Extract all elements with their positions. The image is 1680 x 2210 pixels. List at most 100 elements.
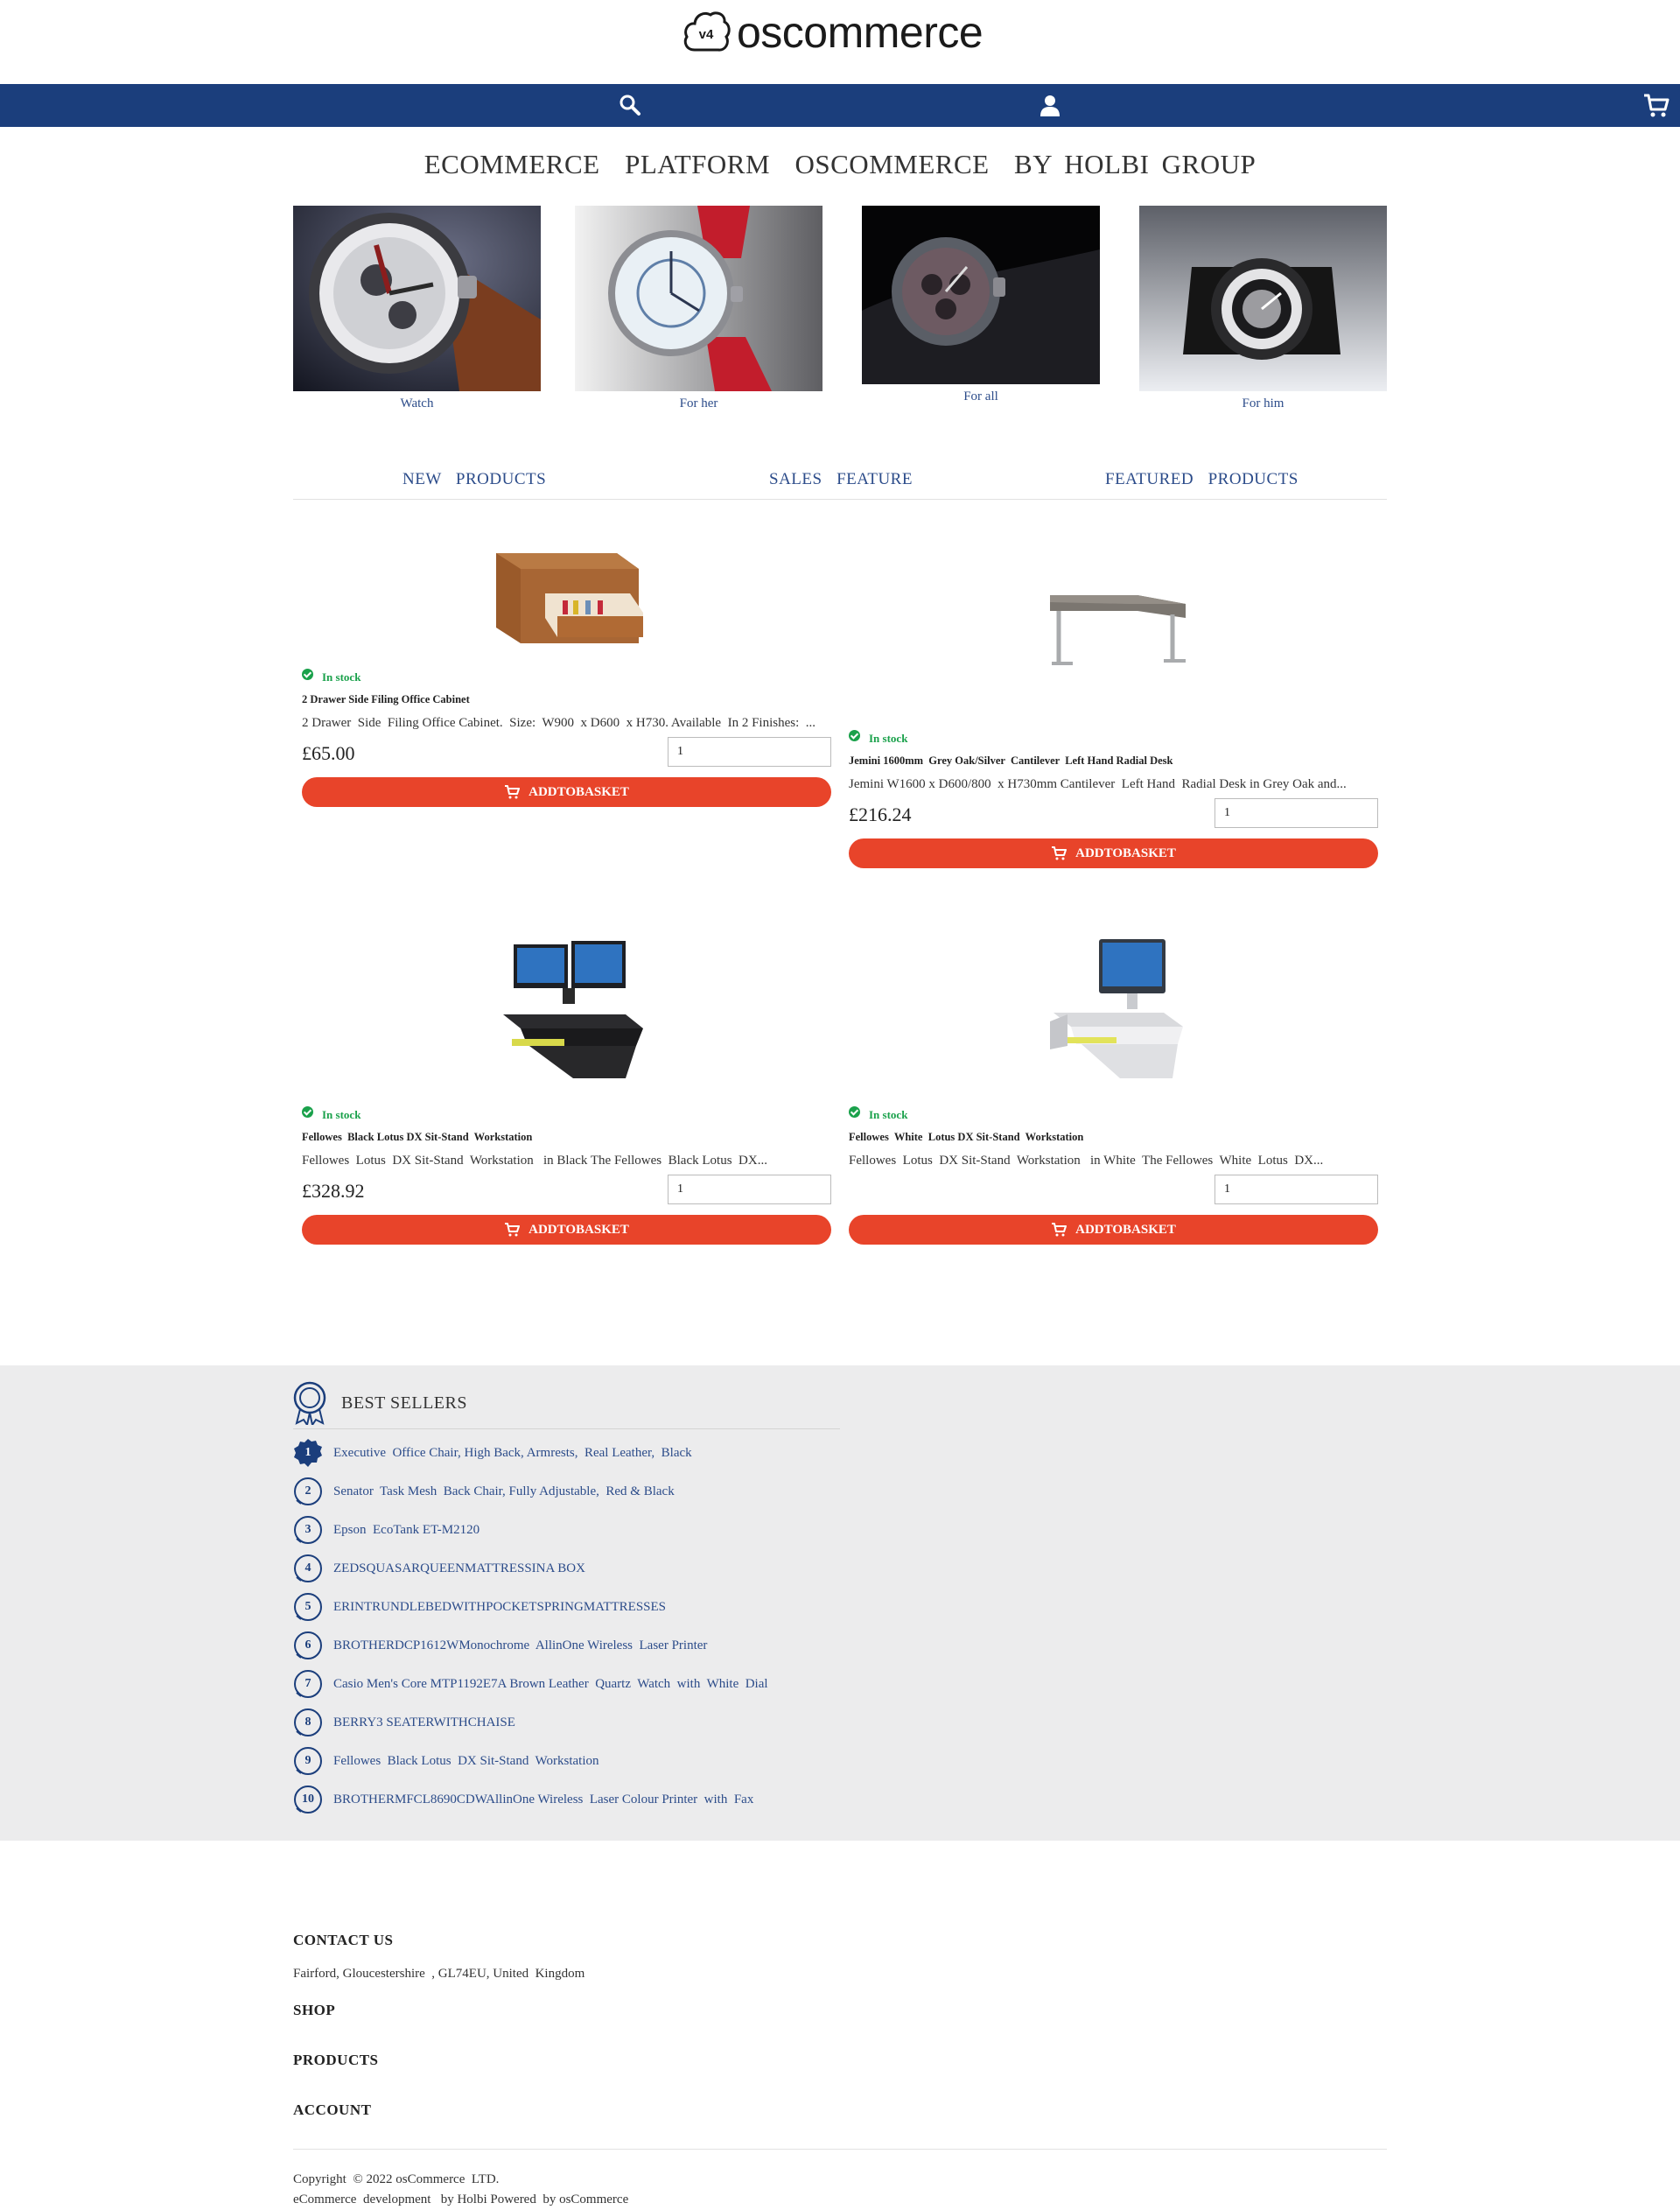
rank-badge: 10 [293,1785,323,1814]
check-icon [302,668,313,680]
product-name[interactable]: Fellowes Black Lotus DX Sit-Stand Workst… [302,1131,532,1144]
category-watch[interactable]: Watch [293,206,541,411]
product-name[interactable]: Fellowes White Lotus DX Sit-Stand Workst… [849,1131,1083,1144]
product-card: In stock 2 Drawer Side Filing Office Cab… [302,543,831,810]
footer-contact-heading[interactable]: CONTACT US [293,1932,393,1949]
add-to-basket-button[interactable]: ADDTOBASKET [302,777,831,807]
best-sellers-title: BEST SELLERS [341,1393,467,1413]
product-name[interactable]: Jemini 1600mm Grey Oak/Silver Cantilever… [849,754,1172,768]
add-to-basket-button[interactable]: ADDTOBASKET [849,1215,1378,1245]
add-to-basket-button[interactable]: ADDTOBASKET [849,838,1378,868]
stock-status: In stock [849,1105,908,1122]
footer-address: Fairford, Gloucestershire , GL74EU, Unit… [293,1967,585,1981]
rank-badge: 7 [293,1669,323,1699]
product-image[interactable] [486,934,652,1100]
tab-featured-products[interactable]: FEATURED PRODUCTS [1105,470,1298,489]
best-seller-link[interactable]: ERINTRUNDLEBEDWITHPOCKETSPRINGMATTRESSES [333,1600,666,1615]
category-for-her[interactable]: For her [575,206,822,411]
footer-credits: eCommerce development by Holbi Powered b… [293,2192,629,2206]
best-seller-link[interactable]: BROTHERDCP1612WMonochrome AllinOne Wirel… [333,1638,707,1653]
product-tabs: NEW PRODUCTS SALES FEATURE FEATURED PROD… [293,468,1387,500]
best-seller-item[interactable]: 3 Epson EcoTank ET-M2120 [293,1515,480,1545]
product-image[interactable] [486,543,652,665]
best-seller-link[interactable]: BERRY3 SEATERWITHCHAISE [333,1715,515,1730]
rank-badge: 6 [293,1631,323,1660]
stock-label: In stock [869,1108,908,1121]
divider [293,1428,840,1429]
best-seller-item[interactable]: 8 BERRY3 SEATERWITHCHAISE [293,1708,515,1737]
best-seller-link[interactable]: ZEDSQUASARQUEENMATTRESSINA BOX [333,1561,585,1576]
product-description: Fellowes Lotus DX Sit-Stand Workstation … [849,1154,1324,1168]
quantity-input[interactable] [1214,798,1378,828]
add-to-basket-button[interactable]: ADDTOBASKET [302,1215,831,1245]
rank-badge: 9 [293,1746,323,1776]
category-label[interactable]: For all [862,389,1100,404]
product-description: Fellowes Lotus DX Sit-Stand Workstation … [302,1154,767,1168]
best-seller-item[interactable]: 10 BROTHERMFCL8690CDWAllinOne Wireless L… [293,1785,753,1814]
page-headline: ECOMMERCE PLATFORM OSCOMMERCE BY HOLBI G… [424,149,1256,179]
award-ribbon-icon [293,1381,326,1425]
best-seller-link[interactable]: Epson EcoTank ET-M2120 [333,1523,480,1538]
product-card: In stock Jemini 1600mm Grey Oak/Silver C… [849,543,1378,871]
tab-new-products[interactable]: NEW PRODUCTS [402,470,546,489]
top-nav [0,84,1680,127]
best-seller-item[interactable]: 2 Senator Task Mesh Back Chair, Fully Ad… [293,1477,675,1506]
product-image[interactable] [1032,934,1199,1100]
tab-sales-feature[interactable]: SALES FEATURE [769,470,913,489]
site-logo[interactable]: v4 oscommerce [681,4,984,61]
watch-image [1139,206,1387,391]
product-price: £216.24 [849,803,912,825]
quantity-input[interactable] [668,737,831,767]
best-seller-link[interactable]: Casio Men's Core MTP1192E7A Brown Leathe… [333,1677,768,1692]
rank-badge: 5 [293,1592,323,1622]
product-card: In stock Fellowes White Lotus DX Sit-Sta… [849,932,1378,1247]
logo-badge: v4 [699,27,714,42]
user-icon[interactable] [1036,92,1064,120]
category-label[interactable]: For him [1139,396,1387,411]
category-for-all[interactable]: For all [862,206,1100,404]
quantity-input[interactable] [668,1175,831,1204]
stock-label: In stock [322,670,361,684]
cart-icon [1052,846,1068,860]
best-seller-item[interactable]: 5 ERINTRUNDLEBEDWITHPOCKETSPRINGMATTRESS… [293,1592,666,1622]
check-icon [302,1105,313,1118]
rank-badge: 8 [293,1708,323,1737]
best-seller-link[interactable]: Executive Office Chair, High Back, Armre… [333,1446,692,1461]
product-card: In stock Fellowes Black Lotus DX Sit-Sta… [302,932,831,1247]
best-seller-item[interactable]: 4 ZEDSQUASARQUEENMATTRESSINA BOX [293,1554,585,1583]
cloud-logo-icon: v4 [683,11,731,52]
product-image[interactable] [1032,560,1199,683]
footer-products-link[interactable]: PRODUCTS [293,2052,379,2069]
category-for-him[interactable]: For him [1139,206,1387,411]
footer-shop-link[interactable]: SHOP [293,2002,335,2019]
add-to-basket-label: ADDTOBASKET [1075,1222,1176,1237]
product-description: 2 Drawer Side Filing Office Cabinet. Siz… [302,716,816,730]
rank-badge: 2 [293,1477,323,1506]
search-icon[interactable] [616,92,644,120]
best-seller-item[interactable]: 7 Casio Men's Core MTP1192E7A Brown Leat… [293,1669,768,1699]
quantity-input[interactable] [1214,1175,1378,1204]
divider [293,2149,1387,2150]
stock-status: In stock [302,1105,360,1122]
stock-label: In stock [869,732,908,745]
watch-image [862,206,1100,384]
cart-icon[interactable] [1642,92,1670,120]
best-seller-link[interactable]: Senator Task Mesh Back Chair, Fully Adju… [333,1484,675,1499]
footer-copyright: Copyright © 2022 osCommerce LTD. [293,2172,500,2186]
cart-icon [505,1223,521,1237]
cart-icon [1052,1223,1068,1237]
stock-status: In stock [302,668,361,684]
best-seller-link[interactable]: Fellowes Black Lotus DX Sit-Stand Workst… [333,1754,599,1769]
best-seller-item[interactable]: 9 Fellowes Black Lotus DX Sit-Stand Work… [293,1746,599,1776]
best-seller-item[interactable]: 6 BROTHERDCP1612WMonochrome AllinOne Wir… [293,1631,707,1660]
footer-account-link[interactable]: ACCOUNT [293,2101,371,2119]
rank-badge: 3 [293,1515,323,1545]
stock-status: In stock [849,729,908,746]
category-label[interactable]: For her [575,396,822,411]
product-name[interactable]: 2 Drawer Side Filing Office Cabinet [302,693,470,706]
best-seller-link[interactable]: BROTHERMFCL8690CDWAllinOne Wireless Lase… [333,1793,753,1807]
category-label[interactable]: Watch [293,396,541,411]
best-seller-item[interactable]: 1 Executive Office Chair, High Back, Arm… [293,1438,692,1468]
rank-badge: 1 [293,1438,323,1468]
product-price: £65.00 [302,742,355,764]
